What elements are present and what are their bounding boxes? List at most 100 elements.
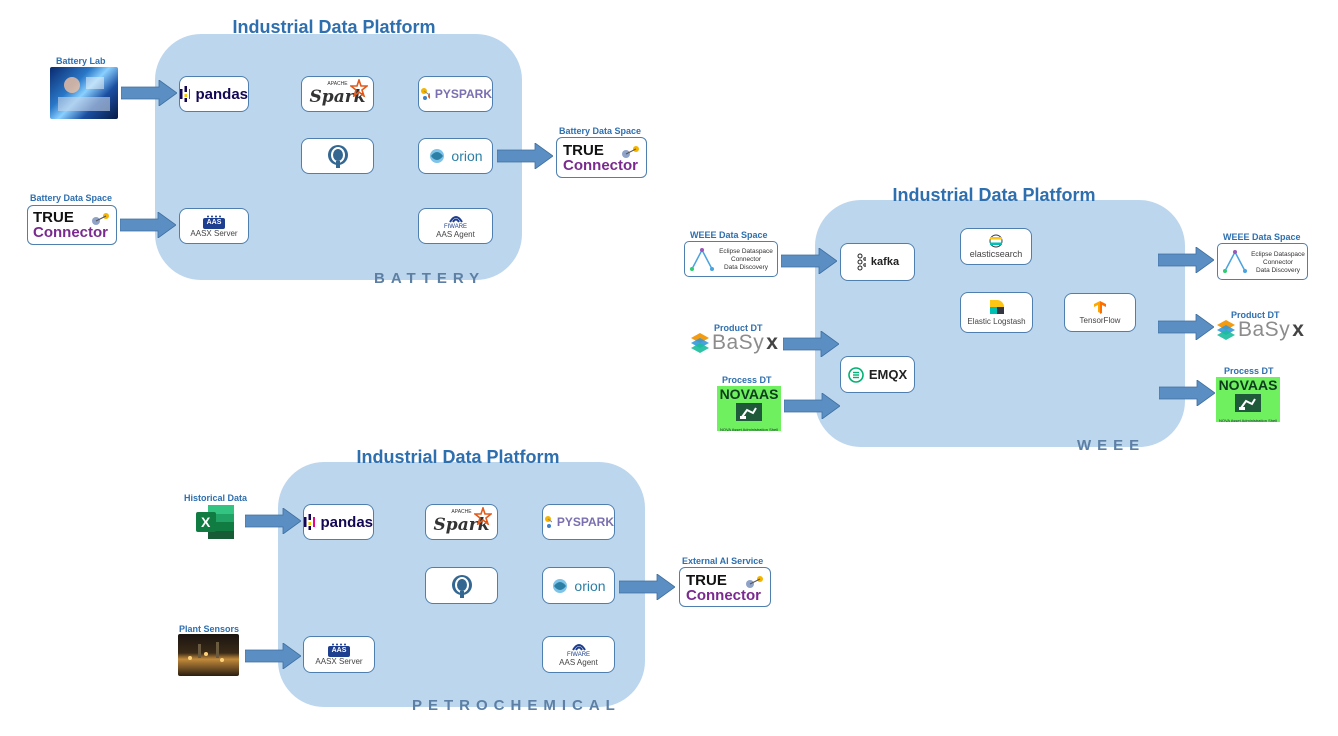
edc-line-2: Connector (731, 256, 761, 263)
battery-space-arrow (120, 212, 176, 238)
weee-platform-title: Industrial Data Platform (892, 185, 1096, 205)
pandas-label: pandas (195, 85, 248, 103)
novaas-robot-icon (736, 403, 762, 421)
excel-letter: X (201, 514, 211, 530)
weee-process-out-arrow (1159, 380, 1215, 406)
pyspark-label: PYSPARK (556, 515, 614, 529)
weee-process-input-label: Process DT (722, 375, 772, 385)
petro-output-true-connector[interactable]: TRUE Connector (679, 567, 771, 607)
aas-agent-label: AAS Agent (559, 658, 598, 667)
lab-image-icon (58, 77, 110, 111)
petro-aas-agent-card[interactable]: FIWARE AAS Agent (542, 636, 615, 673)
petro-excel-logo[interactable]: X (196, 505, 236, 539)
logstash-icon (989, 300, 1004, 314)
battery-orion-card[interactable]: orion (418, 138, 493, 174)
eclipse-connector-icon (1223, 250, 1247, 273)
battery-lab-label: Battery Lab (56, 56, 106, 66)
connector-node-icon (746, 576, 763, 588)
battery-spark-card[interactable]: APACHE Spark (301, 76, 374, 112)
novaas-robot-icon (1235, 394, 1261, 412)
petro-output-label: External AI Service (682, 556, 764, 566)
battery-input-true-connector[interactable]: TRUE Connector (27, 205, 117, 245)
battery-pyspark-card[interactable]: PYSPARK (418, 76, 493, 112)
battery-lab-arrow (121, 80, 177, 106)
petro-sensors-label: Plant Sensors (179, 624, 240, 634)
weee-output-edc-connector[interactable]: Eclipse Dataspace Connector Data Discove… (1217, 243, 1308, 280)
connector-node-icon (92, 213, 109, 225)
petro-aas-server-card[interactable]: AAS AASX Server (303, 636, 375, 673)
petro-pyspark-card[interactable]: PYSPARK (542, 504, 615, 540)
weee-logstash-card[interactable]: Elastic Logstash (960, 292, 1033, 333)
weee-input-novaas-logo[interactable]: NOVAAS NOVA Asset Administration Shell (717, 386, 781, 432)
petro-orion-card[interactable]: orion (542, 567, 615, 604)
aas-badge-label: AAS (331, 647, 347, 654)
weee-product-out-arrow (1158, 314, 1214, 340)
battery-pandas-card[interactable]: pandas (179, 76, 249, 112)
orion-icon (553, 578, 568, 593)
kafka-icon (857, 253, 866, 271)
weee-kafka-card[interactable]: kafka (840, 243, 915, 281)
weee-space-in-arrow (781, 248, 837, 274)
tensorflow-icon (1094, 301, 1106, 314)
spark-star-icon (474, 507, 492, 525)
basyx-icon (691, 333, 709, 353)
petro-historical-label: Historical Data (184, 493, 248, 503)
petro-pandas-card[interactable]: pandas (303, 504, 374, 540)
battery-space-input-label: Battery Data Space (30, 193, 113, 203)
eclipse-connector-icon (690, 248, 714, 271)
fiware-icon (448, 215, 463, 223)
weee-output-basyx-logo[interactable]: BaSy x (1216, 318, 1304, 342)
weee-space-output-label: WEEE Data Space (1223, 232, 1301, 242)
battery-aas-agent-card[interactable]: FIWARE AAS Agent (418, 208, 493, 244)
pyspark-icon (421, 88, 430, 100)
novaas-text: NOVAAS (1218, 377, 1278, 393)
aas-server-label: AASX Server (315, 657, 363, 666)
edc-line-3: Data Discovery (723, 264, 769, 271)
elasticsearch-label: elasticsearch (969, 249, 1023, 259)
petro-historical-arrow (245, 508, 301, 534)
pyspark-icon (545, 516, 552, 528)
weee-elasticsearch-card[interactable]: elasticsearch (960, 228, 1032, 265)
battery-output-arrow (497, 143, 553, 169)
logstash-label: Elastic Logstash (967, 317, 1026, 326)
weee-emqx-card[interactable]: EMQX (840, 356, 915, 393)
weee-domain-label: WEEE (1077, 437, 1146, 454)
postgresql-icon (451, 574, 472, 598)
weee-output-novaas-logo[interactable]: NOVAAS NOVA Asset Administration Shell (1216, 377, 1280, 423)
novaas-text: NOVAAS (719, 386, 779, 402)
weee-tensorflow-card[interactable]: TensorFlow (1064, 293, 1136, 332)
weee-input-basyx-logo[interactable]: BaSy x (690, 331, 778, 355)
petro-output-arrow (619, 574, 675, 600)
petro-domain-label: PETROCHEMICAL (412, 697, 621, 714)
petro-spark-card[interactable]: APACHE Spark (425, 504, 498, 540)
orion-label: orion (451, 148, 483, 164)
pandas-label: pandas (320, 513, 373, 531)
edc-line-2: Connector (1263, 259, 1293, 266)
basyx-icon (1217, 320, 1235, 340)
battery-postgres-card[interactable] (301, 138, 374, 174)
battery-output-true-connector[interactable]: TRUE Connector (556, 137, 647, 178)
battery-space-output-label: Battery Data Space (559, 126, 642, 136)
battery-aas-server-card[interactable]: AAS AASX Server (179, 208, 249, 244)
basyx-text: BaSy (712, 331, 765, 354)
battery-lab-photo (50, 67, 118, 119)
weee-product-in-arrow (783, 331, 839, 357)
pandas-icon (180, 86, 191, 102)
weee-input-edc-connector[interactable]: Eclipse Dataspace Connector Data Discove… (684, 241, 778, 277)
petro-sensors-arrow (245, 643, 301, 669)
aas-server-label: AASX Server (190, 228, 238, 238)
basyx-text: BaSy (1238, 318, 1291, 341)
emqx-icon (848, 366, 864, 383)
weee-space-out-arrow (1158, 247, 1214, 273)
petro-plant-photo (178, 634, 239, 676)
battery-domain-label: BATTERY (374, 270, 486, 287)
edc-line-3: Data Discovery (1255, 267, 1301, 274)
emqx-label: EMQX (868, 367, 908, 382)
pyspark-label: PYSPARK (434, 87, 492, 101)
postgresql-icon (327, 145, 348, 168)
edc-line-1: Eclipse Dataspace (719, 248, 773, 255)
aas-badge-label: AAS (206, 218, 222, 226)
kafka-label: kafka (870, 256, 900, 268)
petro-postgres-card[interactable] (425, 567, 498, 604)
weee-space-input-label: WEEE Data Space (690, 230, 768, 240)
